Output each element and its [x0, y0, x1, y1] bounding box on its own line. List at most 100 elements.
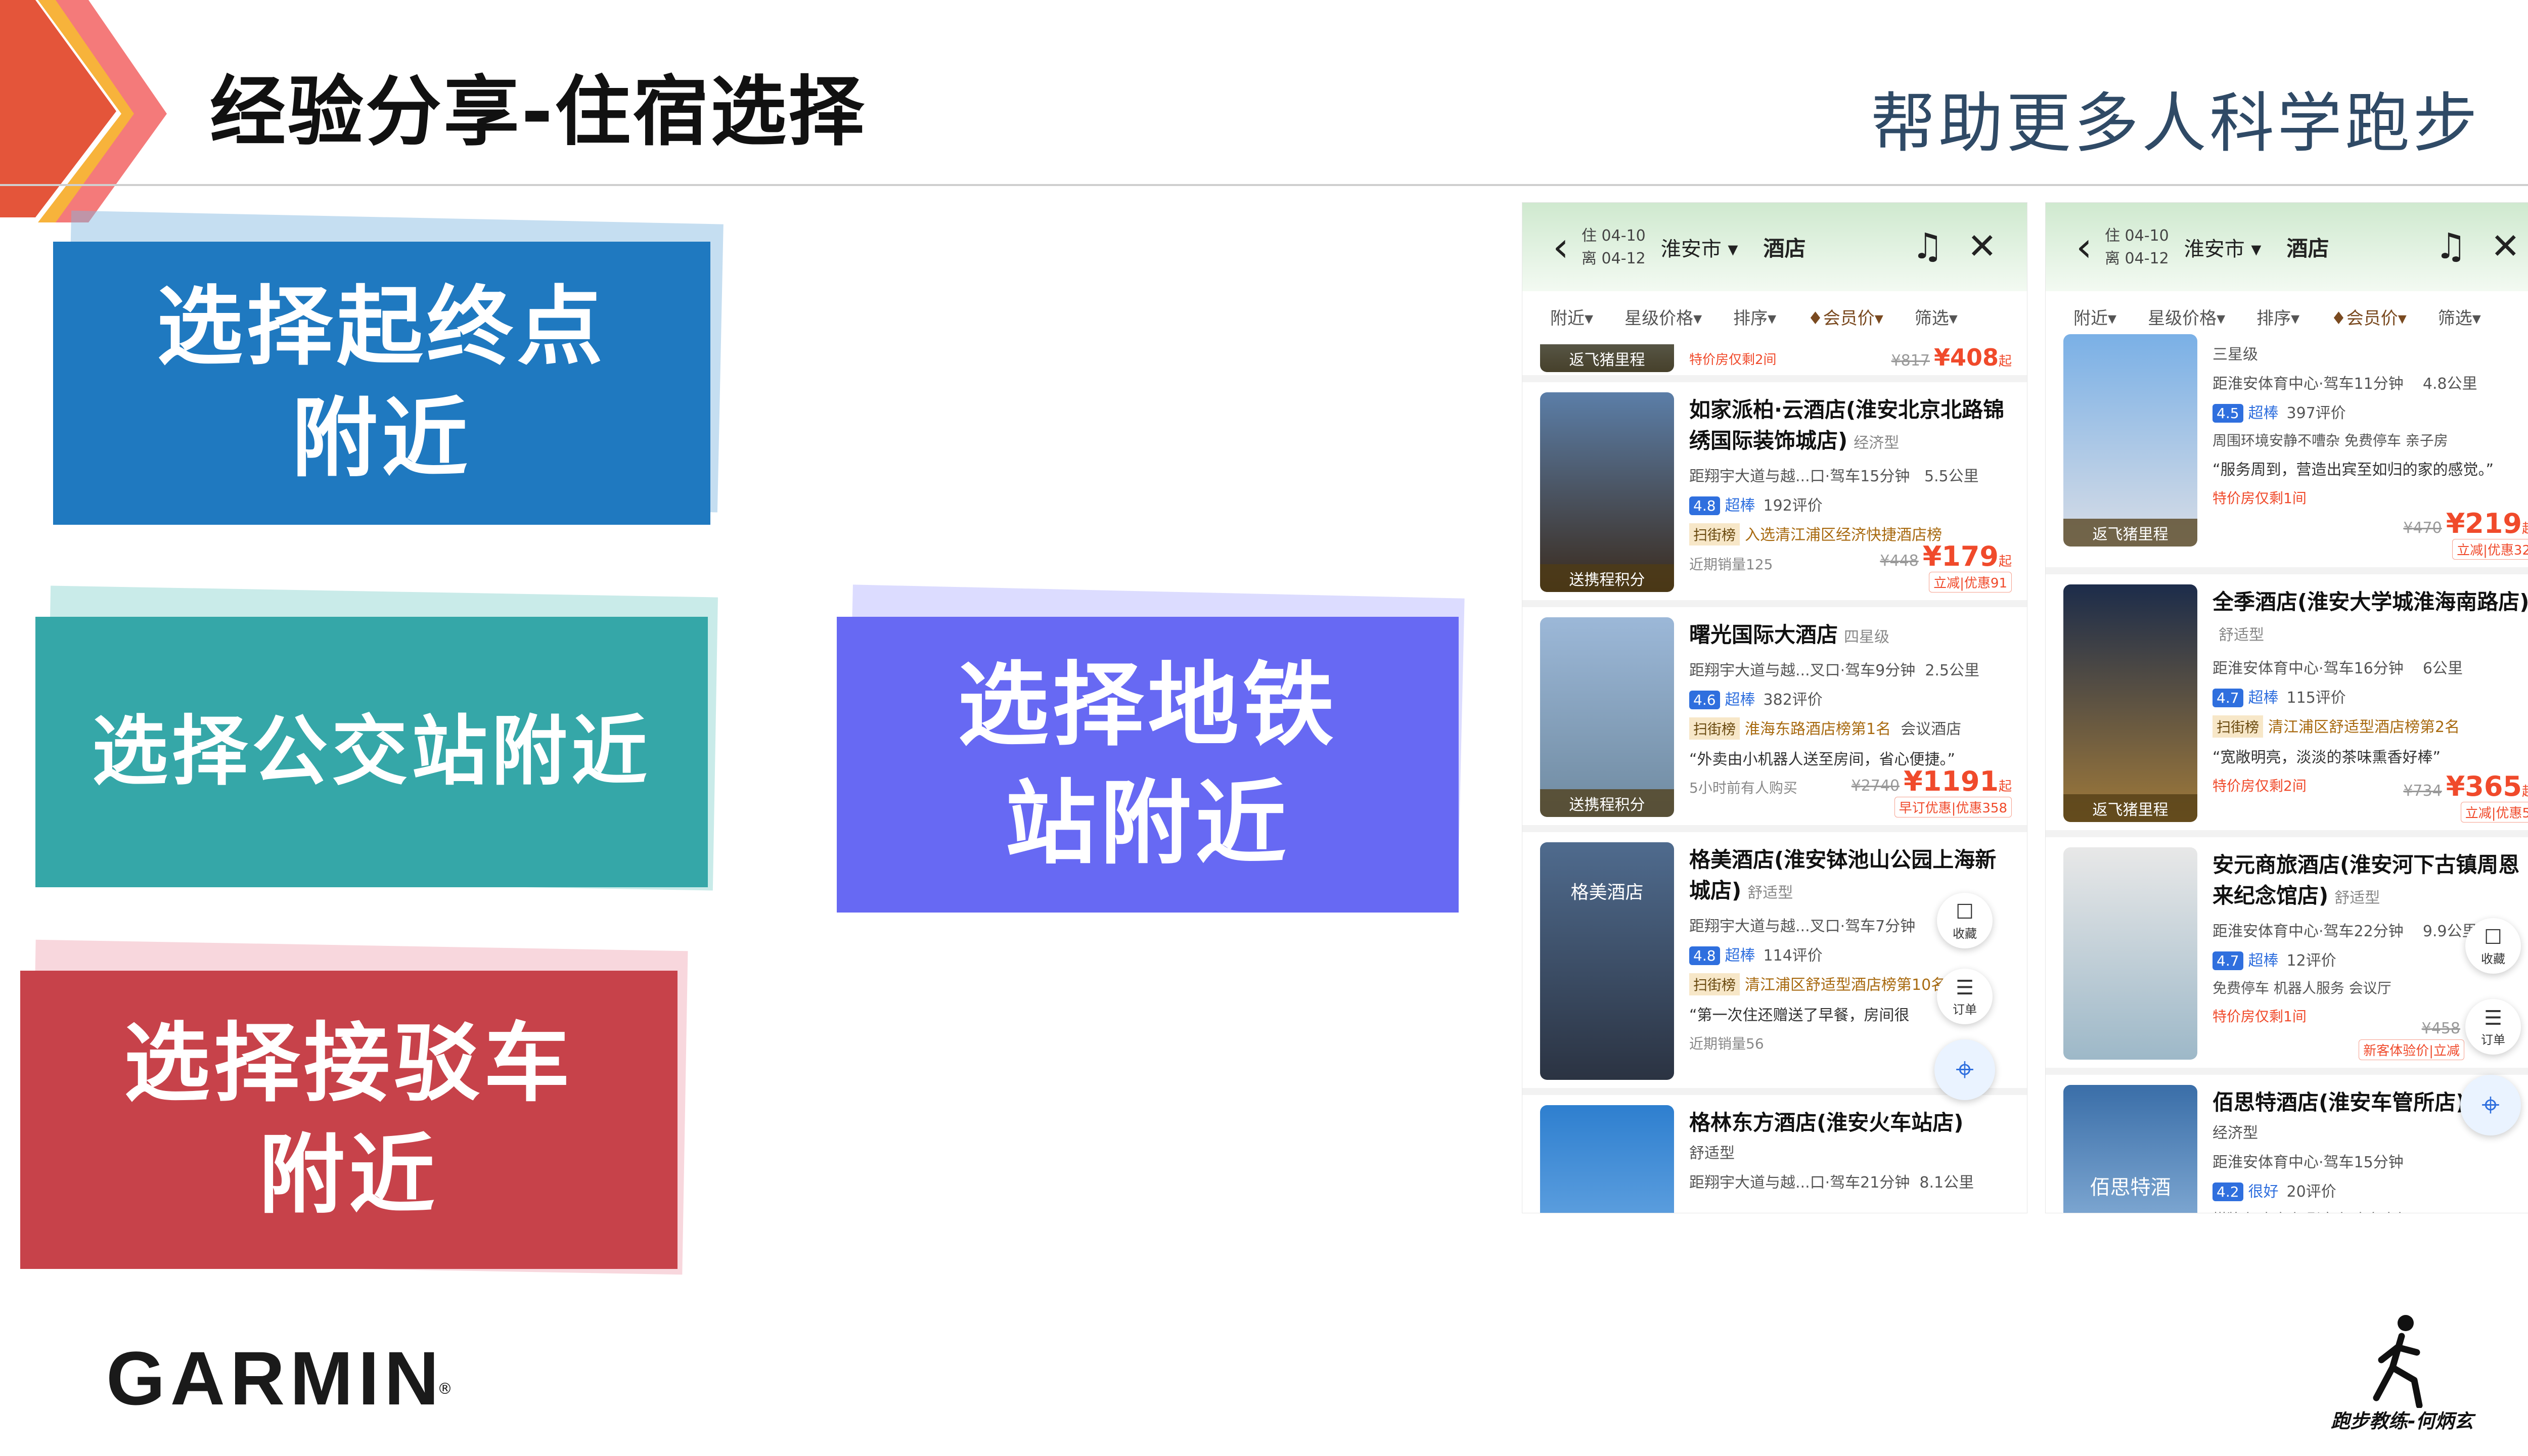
date-range[interactable]: 住 04-10 离 04-12 [2105, 224, 2169, 270]
hotel-card[interactable]: 返飞猪里程 全季酒店(淮安大学城淮海南路店) 舒适型 距淮安体育中心·驾车16分钟… [2046, 574, 2528, 837]
hotel-card[interactable]: 送携程积分 曙光国际大酒店 四星级 距翔宇大道与越...叉口·驾车9分钟 2.5公… [1522, 607, 2027, 832]
hotel-card[interactable]: 安元商旅酒店(淮安河下古镇周恩来纪念馆店) 舒适型 距淮安体育中心·驾车22分钟 … [2046, 837, 2528, 1075]
search-keyword[interactable]: 酒店 [2287, 232, 2329, 262]
ranking-badge: 扫街榜 [2213, 715, 2264, 738]
filter-nearby[interactable]: 附近▾ [1550, 304, 1593, 329]
promo-badge: 新客体验价|立减 [2359, 1039, 2464, 1060]
back-arrow-icon[interactable]: ‹ [2076, 223, 2092, 270]
hotel-name: 格林东方酒店(淮安火车站店) [1689, 1108, 2012, 1139]
hotel-thumbnail: 送携程积分 [1540, 617, 1674, 817]
map-pin-icon[interactable]: ⌖ [1934, 1039, 1995, 1100]
orders-button[interactable]: ☰ 订单 [2465, 999, 2521, 1055]
hotel-card[interactable]: 送携程积分 如家派柏·云酒店(淮安北京北路锦绣国际装饰城店) 经济型 距翔宇大道与… [1522, 382, 2027, 607]
map-pin-icon[interactable]: ⌖ [2460, 1075, 2521, 1135]
hotel-grade: 舒适型 [1689, 1144, 1735, 1162]
distance-km: 4.8公里 [2422, 375, 2477, 393]
distance-line: 距翔宇大道与越...叉口·驾车9分钟 2.5公里 [1689, 658, 2012, 680]
hotel-name-text: 格美酒店(淮安钵池山公园上海新城店) [1689, 847, 1997, 903]
review-quote: “宽敞明亮，淡淡的茶味熏香好棒” [2213, 748, 2441, 766]
sale-price: ¥365 [2446, 770, 2522, 802]
filter-label: 附近 [1550, 308, 1585, 329]
filter-member-price[interactable]: ♦会员价▾ [1808, 304, 1883, 329]
hotel-card-partial[interactable]: 返飞猪里程 特价房仅剩2间 ¥817 ¥408起 [1522, 344, 2027, 382]
orders-icon: ☰ [1956, 976, 1974, 999]
coach-signature: 跑步教练-何炳玄 [2331, 1410, 2473, 1432]
favorite-icon: ☐ [2484, 925, 2502, 949]
filter-nearby[interactable]: 附近▾ [2073, 304, 2116, 329]
filter-sort[interactable]: 排序▾ [1733, 304, 1776, 329]
review-count: 192评价 [1763, 496, 1823, 515]
filter-label: 筛选 [2437, 308, 2472, 329]
headset-icon[interactable]: ♫ [1912, 225, 1944, 267]
filter-star-price[interactable]: 星级价格▾ [1624, 304, 1702, 329]
hotel-grade: 经济型 [1854, 434, 1900, 452]
distance-text: 距淮安体育中心·驾车16分钟 [2213, 659, 2404, 677]
hotel-thumbnail: 返飞猪里程 [2063, 334, 2197, 547]
rating-line: 4.6 超棒 382评价 [1689, 687, 2012, 709]
orders-label: 订单 [1953, 1002, 1977, 1017]
tip-banner-shuttle: 选择接驳车附近 [20, 971, 678, 1269]
distance-line: 距淮安体育中心·驾车11分钟 4.8公里 [2213, 371, 2528, 393]
ranking-text: 清江浦区舒适型酒店榜第10名 [1745, 976, 1947, 994]
hotel-thumbnail: 送携程积分 [1540, 392, 1674, 592]
city-label: 淮安市 [1660, 237, 1722, 261]
hotel-thumbnail: 返飞猪里程 [1540, 344, 1674, 372]
thumbnail-tag: 送携程积分 [1540, 789, 1674, 817]
distance-km: 2.5公里 [1925, 661, 1980, 679]
orders-button[interactable]: ☰ 订单 [1937, 969, 1993, 1024]
runner-icon [2373, 1315, 2423, 1408]
thumbnail-tag: 返飞猪里程 [1540, 344, 1674, 372]
date-range[interactable]: 住 04-10 离 04-12 [1582, 224, 1646, 270]
hotel-card[interactable]: 格林东方酒店(淮安火车站店) 舒适型 距翔宇大道与越...口·驾车21分钟 8.… [1522, 1095, 2027, 1213]
distance-line: 距翔宇大道与越...口·驾车15分钟 5.5公里 [1689, 464, 2012, 486]
filter-more[interactable]: 筛选▾ [1915, 304, 1958, 329]
price: ¥2740 ¥1191起 [1852, 765, 2012, 797]
favorite-button[interactable]: ☐ 收藏 [1937, 893, 1993, 948]
favorite-button[interactable]: ☐ 收藏 [2465, 918, 2521, 974]
checkout-date: 离 04-12 [2105, 249, 2169, 267]
rating-score: 4.8 [1689, 496, 1720, 515]
distance-line: 距淮安体育中心·驾车16分钟 6公里 [2213, 656, 2528, 678]
hotel-thumbnail: 佰思特酒 [2063, 1085, 2197, 1213]
headset-icon[interactable]: ♫ [2435, 225, 2467, 267]
price-suffix: 起 [1998, 779, 2012, 794]
original-price: ¥817 [1891, 352, 1930, 370]
filter-label: 星级价格 [2148, 308, 2217, 329]
review-count: 115评价 [2286, 689, 2346, 707]
hotel-card[interactable]: 返飞猪里程 三星级 距淮安体育中心·驾车11分钟 4.8公里 4.5 超棒 397评… [2046, 334, 2528, 574]
close-icon[interactable]: ✕ [2491, 225, 2520, 267]
filter-star-price[interactable]: 星级价格▾ [2148, 304, 2225, 329]
price: ¥734¥365起 [2403, 770, 2528, 802]
city-selector[interactable]: 淮安市 ▾ [2184, 233, 2262, 262]
rating-score: 4.5 [2213, 404, 2243, 423]
checkin-date: 住 04-10 [1582, 226, 1646, 245]
promo-badge: 立减|优惠32 [2452, 539, 2528, 560]
distance-km: 5.5公里 [1924, 467, 1979, 485]
search-keyword[interactable]: 酒店 [1764, 232, 1806, 262]
filter-more[interactable]: 筛选▾ [2438, 304, 2481, 329]
rating-line: 4.7 超棒 115评价 [2213, 685, 2528, 707]
filter-label: 会员价 [2346, 308, 2398, 329]
sale-price: ¥408 [1933, 344, 1999, 371]
close-icon[interactable]: ✕ [1967, 225, 1997, 267]
rating-label: 超棒 [2248, 404, 2279, 422]
hotel-card[interactable]: 格美酒店 格美酒店(淮安钵池山公园上海新城店) 舒适型 距翔宇大道与越...叉口·… [1522, 832, 2027, 1100]
hotel-grade: 四星级 [1844, 628, 1890, 646]
back-arrow-icon[interactable]: ‹ [1553, 223, 1569, 270]
filter-sort[interactable]: 排序▾ [2256, 304, 2299, 329]
rating-label: 超棒 [2248, 689, 2279, 707]
hotel-name: 曙光国际大酒店 四星级 [1689, 620, 2012, 651]
rating-label: 超棒 [1725, 691, 1755, 709]
filter-member-price[interactable]: ♦会员价▾ [2331, 304, 2407, 329]
city-selector[interactable]: 淮安市 ▾ [1661, 233, 1738, 262]
filter-label: 排序 [2256, 308, 2291, 329]
slogan: 帮助更多人科学跑步 [1871, 86, 2481, 161]
original-price: ¥470 [2403, 519, 2442, 537]
feature-tags: 棋牌房 电竞房 影音房 商务出行 [2213, 1208, 2528, 1213]
tip-banner-start-finish: 选择起终点附近 [53, 242, 710, 525]
hotel-card[interactable]: 佰思特酒 佰思特酒店(淮安车管所店) 经济型 距淮安体育中心·驾车15分钟 4.… [2046, 1075, 2528, 1213]
price: ¥817 ¥408起 [1891, 344, 2012, 371]
feature-tags: 免费停车 机器人服务 会议厅 [2213, 979, 2391, 996]
review-count: 20评价 [2286, 1182, 2336, 1201]
hotel-grade: 舒适型 [1747, 884, 1793, 902]
